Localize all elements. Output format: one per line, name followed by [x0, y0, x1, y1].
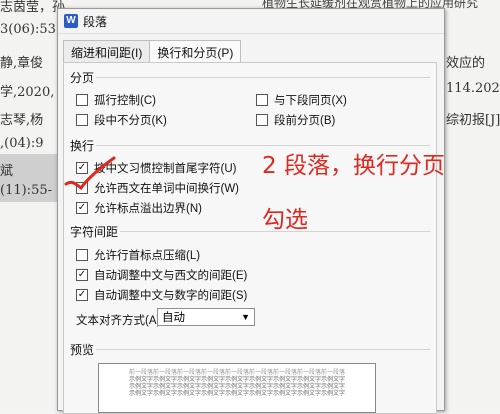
annotation-text: 2 段落，换行分页 — [262, 153, 445, 179]
red-check-mark-icon — [64, 156, 116, 191]
annotation-text: 勾选 — [262, 207, 308, 233]
annotation-overlay — [64, 156, 116, 191]
